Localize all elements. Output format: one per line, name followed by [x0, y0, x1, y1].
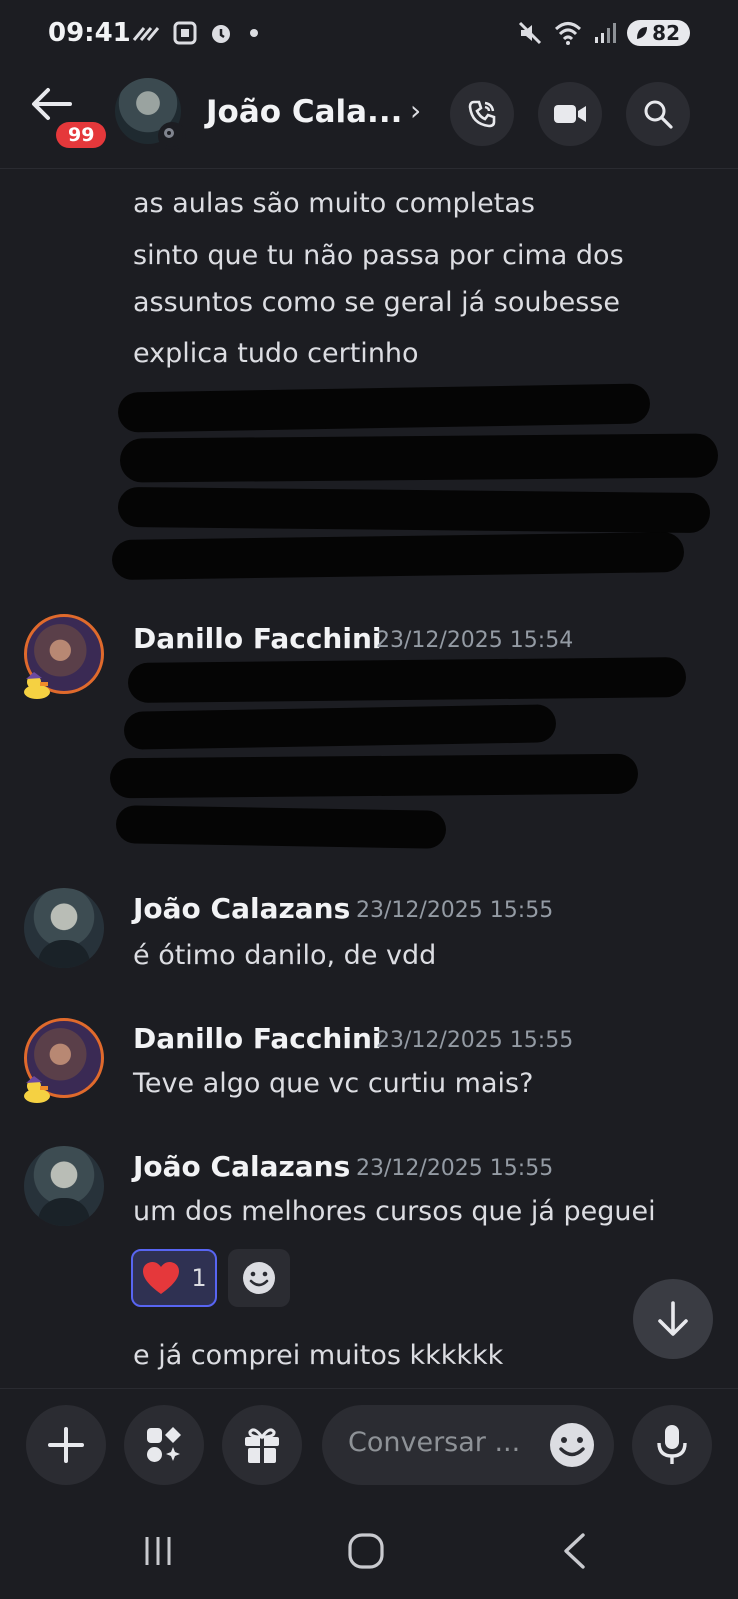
chat-header: 99 João Cala... › [0, 72, 738, 169]
message-text: assuntos como se geral já soubesse [133, 287, 620, 318]
heart-icon [143, 1262, 180, 1294]
screenshot-icon [173, 21, 197, 45]
message-composer: Conversar ... [0, 1388, 738, 1509]
recents-icon [145, 1537, 171, 1565]
mute-icon [519, 21, 542, 45]
home-icon [348, 1533, 384, 1569]
arrow-down-icon [658, 1301, 688, 1336]
system-navigation-bar [0, 1508, 738, 1599]
duck-decoration-icon [24, 1076, 50, 1103]
scroll-to-bottom-button[interactable] [633, 1279, 713, 1359]
message-timestamp: 23/12/2025 15:55 [376, 1028, 574, 1053]
system-back-button[interactable] [544, 1526, 604, 1576]
author-name[interactable]: Danillo Facchini [133, 622, 382, 655]
offline-status-icon [158, 122, 186, 150]
alarm-icon [212, 25, 230, 43]
avatar[interactable] [24, 888, 104, 968]
redaction-mark [127, 657, 687, 703]
message-text: é ótimo danilo, de vdd [133, 940, 437, 971]
message-text: explica tudo certinho [133, 338, 419, 369]
status-left-icons [132, 20, 258, 46]
reaction-count: 1 [191, 1264, 207, 1292]
redaction-mark [109, 753, 639, 799]
redaction-mark [123, 704, 557, 750]
voice-call-button[interactable] [450, 82, 514, 146]
signal-lines-icon [132, 27, 160, 41]
voice-message-button[interactable] [632, 1405, 712, 1485]
battery-indicator: 82 [627, 20, 690, 46]
author-name[interactable]: João Calazans [133, 1150, 350, 1183]
battery-level: 82 [652, 21, 680, 45]
unread-badge: 99 [56, 122, 107, 148]
message-timestamp: 23/12/2025 15:55 [356, 1156, 554, 1181]
redaction-mark [117, 383, 651, 433]
search-button[interactable] [626, 82, 690, 146]
message-text: e já comprei muitos kkkkkk [133, 1340, 504, 1371]
cell-signal-icon [595, 23, 617, 43]
redaction-mark [117, 486, 711, 534]
avatar[interactable] [24, 1146, 104, 1226]
leaf-icon [637, 27, 648, 39]
message-input[interactable]: Conversar ... [322, 1405, 614, 1485]
message-text: as aulas são muito completas [133, 188, 535, 219]
plus-icon [48, 1427, 84, 1463]
gift-button[interactable] [222, 1405, 302, 1485]
video-call-button[interactable] [538, 82, 602, 146]
recent-apps-button[interactable] [128, 1526, 188, 1576]
chevron-left-icon [564, 1533, 585, 1569]
arrow-left-icon [32, 88, 72, 120]
search-icon [644, 100, 673, 129]
status-time: 09:41 [48, 18, 131, 48]
video-camera-icon [554, 105, 586, 123]
message-text: um dos melhores cursos que já peguei [133, 1196, 656, 1227]
heart-reaction[interactable]: 1 [131, 1249, 217, 1307]
emoji-button-icon[interactable] [548, 1421, 596, 1469]
microphone-icon [657, 1425, 687, 1464]
message-input-placeholder: Conversar ... [348, 1427, 521, 1458]
message-text: Teve algo que vc curtiu mais? [133, 1068, 534, 1099]
duck-decoration-icon [24, 672, 50, 699]
gift-icon [245, 1428, 279, 1463]
status-bar: 09:41 82 [0, 0, 738, 72]
message-text: sinto que tu não passa por cima dos [133, 240, 624, 271]
message-timestamp: 23/12/2025 15:55 [356, 898, 554, 923]
redaction-mark [115, 805, 447, 849]
apps-button[interactable] [124, 1405, 204, 1485]
add-attachment-button[interactable] [26, 1405, 106, 1485]
apps-icon [147, 1427, 181, 1462]
smiley-icon [243, 1262, 275, 1294]
author-name[interactable]: Danillo Facchini [133, 1022, 382, 1055]
author-name[interactable]: João Calazans [133, 892, 350, 925]
phone-icon [468, 100, 496, 128]
home-button[interactable] [336, 1526, 396, 1576]
channel-title[interactable]: João Cala... [206, 94, 402, 130]
message-timestamp: 23/12/2025 15:54 [376, 628, 574, 653]
dot-icon [250, 29, 258, 37]
wifi-icon [555, 22, 582, 45]
status-right-icons: 82 [517, 20, 690, 46]
redaction-mark [111, 532, 685, 580]
add-reaction-button[interactable] [228, 1249, 290, 1307]
redaction-mark [119, 433, 719, 483]
chevron-right-icon[interactable]: › [410, 94, 421, 127]
